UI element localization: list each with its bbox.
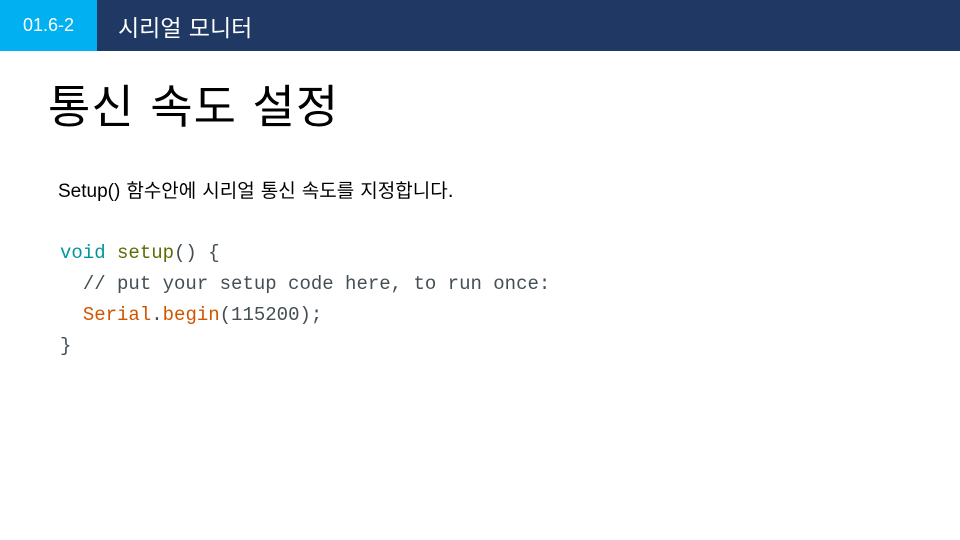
code-object-serial: Serial: [82, 304, 152, 326]
code-closing-brace: }: [60, 335, 72, 357]
code-line-1: void setup() {: [60, 242, 220, 264]
code-method-begin: begin: [162, 304, 220, 326]
description-code-word: Setup(): [58, 181, 121, 202]
description-text: 함수안에 시리얼 통신 속도를 지정합니다.: [120, 180, 454, 202]
code-punct: () {: [174, 242, 220, 264]
code-function-setup: setup: [117, 242, 175, 264]
code-dot: .: [151, 304, 163, 326]
header-bar: 01.6-2 시리얼 모니터: [0, 0, 960, 51]
code-line-3: Serial.begin(115200);: [83, 304, 322, 326]
code-comment: // put your setup code here, to run once…: [82, 273, 551, 295]
slide-title: 통신 속도 설정: [48, 80, 340, 134]
slide-description: Setup() 함수안에 시리얼 통신 속도를 지정합니다.: [58, 176, 454, 203]
code-keyword-void: void: [60, 242, 106, 264]
code-block: void setup() { // put your setup code he…: [60, 238, 550, 362]
section-number-badge: 01.6-2: [0, 0, 97, 51]
section-title: 시리얼 모니터: [118, 15, 253, 42]
code-args: (115200);: [219, 304, 323, 326]
